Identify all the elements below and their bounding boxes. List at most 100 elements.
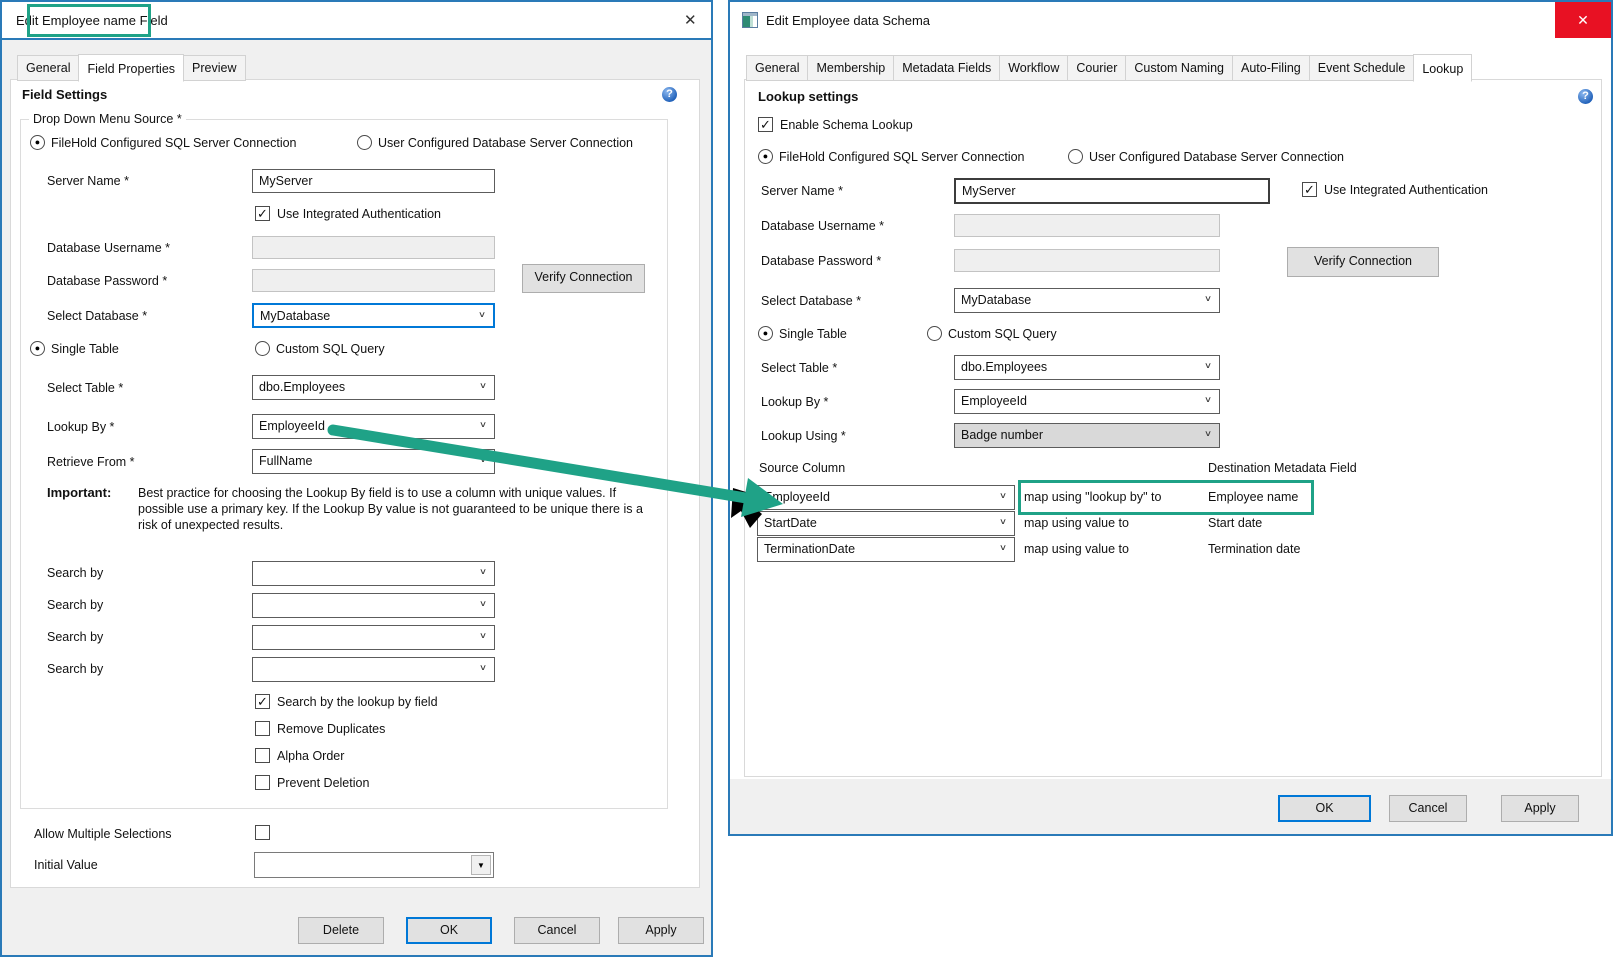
help-icon[interactable]: ?: [1578, 89, 1593, 104]
dropdown-arrow-icon[interactable]: ▼: [471, 855, 491, 875]
lookup-using-value: Badge number: [961, 428, 1043, 442]
integrated-auth-checkbox[interactable]: ✓: [1302, 182, 1317, 197]
radio-user-label: User Configured Database Server Connecti…: [378, 136, 633, 150]
select-table-combo[interactable]: dbo.Employees ∨: [954, 355, 1220, 380]
chevron-down-icon: ∨: [479, 420, 487, 430]
allow-multiple-checkbox[interactable]: [255, 825, 270, 840]
select-table-combo[interactable]: dbo.Employees ∨: [252, 375, 495, 400]
delete-button[interactable]: Delete: [298, 917, 384, 944]
button-strip: [730, 779, 1611, 834]
initial-value-combo[interactable]: ▼: [254, 852, 494, 878]
close-icon[interactable]: ✕: [684, 11, 697, 29]
ok-button[interactable]: OK: [1278, 795, 1371, 822]
chevron-down-icon: ∨: [1204, 429, 1212, 439]
radio-single-table[interactable]: ●: [30, 341, 45, 356]
allow-multiple-label: Allow Multiple Selections: [34, 827, 172, 841]
mapping-source-combo[interactable]: TerminationDate ∨: [757, 537, 1015, 562]
select-database-combo[interactable]: MyDatabase ∨: [252, 303, 495, 328]
chevron-down-icon: ∨: [479, 567, 487, 577]
cancel-button[interactable]: Cancel: [1389, 795, 1467, 822]
server-name-input[interactable]: [954, 178, 1270, 204]
integrated-auth-checkbox[interactable]: ✓: [255, 206, 270, 221]
lookup-by-combo[interactable]: EmployeeId ∨: [252, 414, 495, 439]
search-by-combo-4[interactable]: ∨: [252, 657, 495, 682]
database-username-input: [252, 236, 495, 259]
radio-filehold-label: FileHold Configured SQL Server Connectio…: [779, 150, 1025, 164]
search-by-label: Search by: [47, 662, 103, 676]
select-database-label: Select Database *: [47, 309, 147, 323]
mapping-destination: Termination date: [1208, 542, 1300, 556]
tab-general[interactable]: General: [746, 55, 808, 81]
chevron-down-icon: ∨: [479, 381, 487, 391]
mapping-source-combo[interactable]: StartDate ∨: [757, 511, 1015, 536]
server-name-label: Server Name *: [47, 174, 129, 188]
tab-field-properties[interactable]: Field Properties: [78, 54, 184, 82]
apply-button[interactable]: Apply: [618, 917, 704, 944]
prevent-deletion-checkbox[interactable]: [255, 775, 270, 790]
remove-duplicates-checkbox[interactable]: [255, 721, 270, 736]
lookup-by-value: EmployeeId: [961, 394, 1027, 408]
chevron-down-icon: ∨: [1204, 294, 1212, 304]
tab-event-schedule[interactable]: Event Schedule: [1309, 55, 1415, 81]
tab-auto-filing[interactable]: Auto-Filing: [1232, 55, 1310, 81]
enable-schema-lookup-checkbox[interactable]: ✓: [758, 117, 773, 132]
search-by-combo-1[interactable]: ∨: [252, 561, 495, 586]
radio-user-connection[interactable]: [357, 135, 372, 150]
section-title: Lookup settings: [758, 89, 858, 104]
radio-single-table[interactable]: ●: [758, 326, 773, 341]
apply-button[interactable]: Apply: [1501, 795, 1579, 822]
search-by-lookup-label: Search by the lookup by field: [277, 695, 438, 709]
tab-metadata-fields[interactable]: Metadata Fields: [893, 55, 1000, 81]
mapping-source-value: EmployeeId: [764, 490, 830, 504]
mapping-row-annotation: [1018, 480, 1314, 515]
initial-value-label: Initial Value: [34, 858, 98, 872]
tab-lookup[interactable]: Lookup: [1413, 54, 1472, 82]
lookup-using-combo[interactable]: Badge number ∨: [954, 423, 1220, 448]
search-by-combo-2[interactable]: ∨: [252, 593, 495, 618]
radio-user-connection[interactable]: [1068, 149, 1083, 164]
important-text: Best practice for choosing the Lookup By…: [138, 485, 665, 533]
close-button[interactable]: ✕: [1555, 2, 1611, 38]
edit-schema-titlebar: Edit Employee data Schema ✕: [730, 2, 1611, 40]
title-highlight-annotation: [27, 4, 151, 37]
groupbox-label: Drop Down Menu Source *: [29, 112, 186, 126]
tab-workflow[interactable]: Workflow: [999, 55, 1068, 81]
search-by-lookup-checkbox[interactable]: ✓: [255, 694, 270, 709]
cancel-button[interactable]: Cancel: [514, 917, 600, 944]
radio-filehold-connection[interactable]: ●: [30, 135, 45, 150]
alpha-order-label: Alpha Order: [277, 749, 344, 763]
tab-courier[interactable]: Courier: [1067, 55, 1126, 81]
radio-single-table-label: Single Table: [51, 342, 119, 356]
tab-general[interactable]: General: [17, 55, 79, 81]
mapping-source-combo[interactable]: EmployeeId ∨: [757, 485, 1015, 510]
select-table-value: dbo.Employees: [961, 360, 1047, 374]
help-icon[interactable]: ?: [662, 87, 677, 102]
lookup-by-combo[interactable]: EmployeeId ∨: [954, 389, 1220, 414]
tab-custom-naming[interactable]: Custom Naming: [1125, 55, 1233, 81]
mapping-source-value: TerminationDate: [764, 542, 855, 556]
select-database-combo[interactable]: MyDatabase ∨: [954, 288, 1220, 313]
edit-field-dialog: Edit Employee name Field ✕ General Field…: [0, 0, 713, 957]
verify-connection-button[interactable]: Verify Connection: [1287, 247, 1439, 277]
lookup-by-label: Lookup By *: [47, 420, 114, 434]
database-username-label: Database Username *: [761, 219, 884, 233]
database-password-label: Database Password *: [47, 274, 167, 288]
verify-connection-button[interactable]: Verify Connection: [522, 264, 645, 293]
chevron-down-icon: ∨: [479, 455, 487, 465]
chevron-down-icon: ∨: [1204, 361, 1212, 371]
tab-membership[interactable]: Membership: [807, 55, 894, 81]
database-username-input: [954, 214, 1220, 237]
radio-filehold-connection[interactable]: ●: [758, 149, 773, 164]
chevron-down-icon: ∨: [999, 543, 1007, 553]
ok-button[interactable]: OK: [406, 917, 492, 944]
radio-custom-sql[interactable]: [927, 326, 942, 341]
integrated-auth-label: Use Integrated Authentication: [1324, 183, 1488, 197]
search-by-combo-3[interactable]: ∨: [252, 625, 495, 650]
alpha-order-checkbox[interactable]: [255, 748, 270, 763]
retrieve-from-combo[interactable]: FullName ∨: [252, 449, 495, 474]
server-name-input[interactable]: [252, 169, 495, 193]
window-icon: [742, 12, 758, 31]
search-by-label: Search by: [47, 630, 103, 644]
radio-custom-sql[interactable]: [255, 341, 270, 356]
tab-preview[interactable]: Preview: [183, 55, 245, 81]
